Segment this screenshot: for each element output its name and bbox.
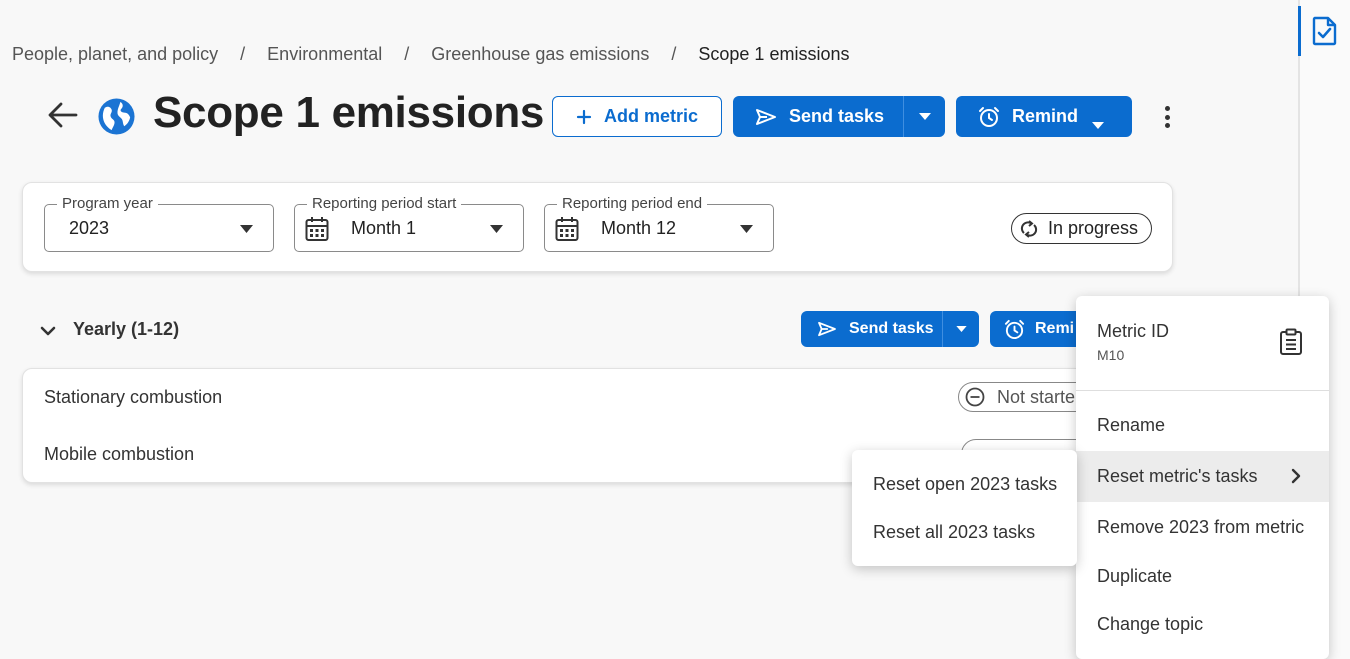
period-start-value: Month 1 bbox=[351, 218, 417, 238]
breadcrumb-item-ghg[interactable]: Greenhouse gas emissions bbox=[431, 44, 649, 65]
caret-down-icon bbox=[740, 225, 753, 233]
duplicate-menu-item[interactable]: Duplicate bbox=[1076, 551, 1329, 602]
breadcrumb: People, planet, and policy / Environment… bbox=[12, 44, 849, 65]
metric-id-label: Metric ID bbox=[1097, 321, 1169, 341]
metric-name[interactable]: Mobile combustion bbox=[44, 444, 194, 465]
back-arrow-icon[interactable] bbox=[46, 98, 80, 137]
sync-icon bbox=[1020, 219, 1038, 238]
metric-name[interactable]: Stationary combustion bbox=[44, 387, 222, 408]
caret-down-icon bbox=[240, 225, 253, 233]
metric-id-value: M10 bbox=[1097, 347, 1125, 363]
breadcrumb-separator: / bbox=[671, 44, 677, 64]
send-icon bbox=[756, 108, 776, 125]
send-tasks-dropdown[interactable] bbox=[903, 96, 945, 137]
period-start-label: Reporting period start bbox=[307, 195, 462, 212]
breadcrumb-item-environmental[interactable]: Environmental bbox=[267, 44, 382, 65]
menu-divider bbox=[1076, 390, 1329, 391]
section-title[interactable]: Yearly (1-12) bbox=[73, 319, 179, 340]
active-indicator bbox=[1298, 6, 1301, 56]
breadcrumb-separator: / bbox=[240, 44, 246, 64]
change-topic-menu-item[interactable]: Change topic bbox=[1076, 599, 1329, 650]
caret-down-icon bbox=[955, 326, 967, 332]
program-year-select[interactable]: Program year 2023 bbox=[44, 195, 274, 252]
section-send-tasks-label: Send tasks bbox=[849, 320, 934, 337]
chevron-right-icon bbox=[1291, 468, 1301, 484]
status-label: In progress bbox=[1048, 218, 1139, 238]
page-title: Scope 1 emissions bbox=[153, 88, 545, 137]
rename-menu-item[interactable]: Rename bbox=[1076, 400, 1329, 451]
caret-down-icon bbox=[1092, 122, 1104, 129]
period-end-select[interactable]: Reporting period end Month 12 bbox=[544, 195, 774, 252]
chevron-down-icon[interactable] bbox=[40, 324, 56, 342]
remove-year-menu-item[interactable]: Remove 2023 from metric bbox=[1076, 502, 1329, 553]
calendar-icon bbox=[305, 217, 329, 241]
program-year-value: 2023 bbox=[69, 218, 110, 238]
more-options-icon[interactable] bbox=[1156, 104, 1178, 130]
status-label: Not starte bbox=[997, 386, 1076, 407]
send-tasks-label: Send tasks bbox=[789, 106, 885, 126]
section-send-tasks-button[interactable]: Send tasks bbox=[801, 311, 979, 347]
section-remind-button[interactable]: Remi bbox=[990, 311, 1080, 347]
minus-circle-icon bbox=[965, 387, 985, 407]
send-tasks-button[interactable]: Send tasks bbox=[733, 96, 945, 137]
period-end-value: Month 12 bbox=[601, 218, 677, 238]
remind-dropdown[interactable] bbox=[1092, 113, 1104, 134]
breadcrumb-separator: / bbox=[404, 44, 410, 64]
status-badge: In progress bbox=[1011, 213, 1152, 244]
breadcrumb-item-people[interactable]: People, planet, and policy bbox=[12, 44, 218, 65]
period-start-select[interactable]: Reporting period start Month 1 bbox=[294, 195, 524, 252]
add-metric-button[interactable]: Add metric bbox=[552, 96, 722, 137]
add-metric-label: Add metric bbox=[603, 106, 699, 126]
reset-all-tasks-item[interactable]: Reset all 2023 tasks bbox=[852, 508, 1077, 556]
caret-down-icon bbox=[490, 225, 503, 233]
send-icon bbox=[818, 321, 836, 337]
globe-icon bbox=[97, 97, 136, 141]
task-checklist-icon[interactable] bbox=[1312, 16, 1338, 51]
reset-tasks-menu-item[interactable]: Reset metric's tasks bbox=[1076, 451, 1329, 502]
caret-down-icon bbox=[918, 113, 931, 120]
section-send-tasks-dropdown[interactable] bbox=[942, 311, 979, 347]
alarm-clock-icon bbox=[979, 106, 999, 127]
reset-open-tasks-item[interactable]: Reset open 2023 tasks bbox=[852, 460, 1077, 508]
plus-icon bbox=[576, 109, 592, 124]
alarm-clock-icon bbox=[1004, 319, 1025, 339]
breadcrumb-item-current: Scope 1 emissions bbox=[698, 44, 850, 64]
program-year-label: Program year bbox=[57, 195, 158, 212]
filter-card: Program year 2023 Reporting period start… bbox=[22, 182, 1173, 272]
clipboard-icon[interactable] bbox=[1278, 328, 1304, 361]
period-end-label: Reporting period end bbox=[557, 195, 708, 212]
calendar-icon bbox=[555, 217, 579, 241]
metric-context-menu: Metric ID M10 Rename Reset metric's task… bbox=[1076, 296, 1329, 659]
remind-button[interactable]: Remind bbox=[956, 96, 1132, 137]
reset-tasks-label: Reset metric's tasks bbox=[1097, 466, 1258, 486]
remind-label: Remind bbox=[1012, 106, 1079, 126]
section-remind-label: Remi bbox=[1035, 320, 1075, 337]
reset-tasks-submenu: Reset open 2023 tasks Reset all 2023 tas… bbox=[852, 450, 1077, 566]
